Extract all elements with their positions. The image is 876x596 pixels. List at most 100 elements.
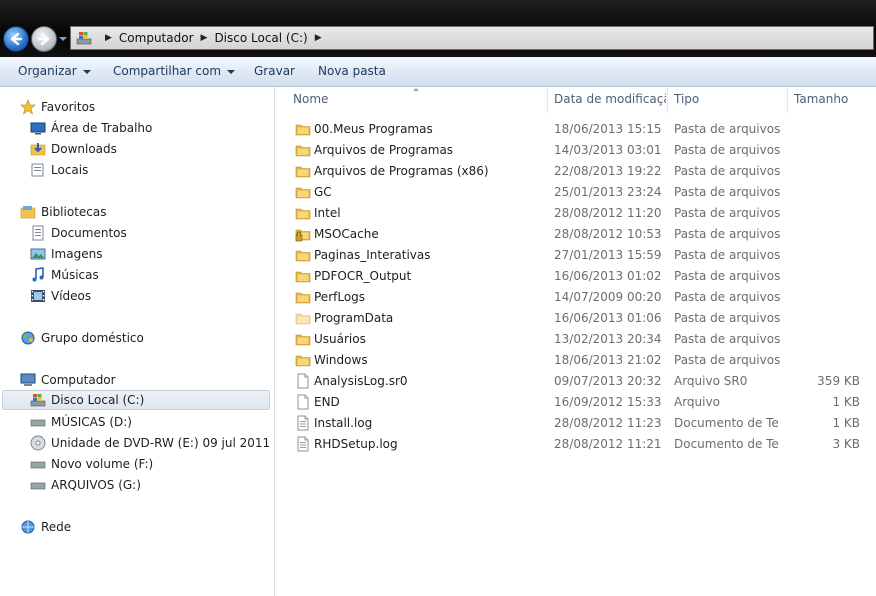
nav-documents[interactable]: Documentos [30,223,127,243]
burn-button[interactable]: Gravar [254,64,295,78]
column-header-type[interactable]: Tipo [674,92,784,106]
file-date: 28/08/2012 11:23 [554,416,662,430]
breadcrumb-separator-icon[interactable]: ▶ [105,33,112,43]
file-row[interactable]: 00.Meus Programas 18/06/2013 15:15 Pasta d… [293,119,873,140]
file-date: 14/07/2009 00:20 [554,290,662,304]
file-row[interactable]: ProgramData 16/06/2013 01:06 Pasta de arqu… [293,308,873,329]
file-type: Documento de Te... [674,437,780,451]
nav-network-label: Rede [41,520,72,534]
file-row[interactable]: MSOCache 28/08/2012 10:53 Pasta de arquivo… [293,224,873,245]
file-row[interactable]: Arquivos de Programas 14/03/2013 03:01 Pas… [293,140,873,161]
column-divider[interactable] [667,87,668,113]
nav-dvd-drive-e[interactable]: Unidade de DVD-RW (E:) 09 jul 2011 [30,433,270,453]
nav-pictures[interactable]: Imagens [30,244,102,264]
file-date: 09/07/2013 20:32 [554,374,662,388]
column-header-name[interactable]: Nome [293,92,543,106]
nav-libraries-label: Bibliotecas [41,205,107,219]
nav-music[interactable]: Músicas [30,265,99,285]
column-header-date[interactable]: Data de modificaçã... [554,92,666,106]
file-type: Pasta de arquivos [674,353,780,367]
file-name: AnalysisLog.sr0 [314,374,408,388]
chevron-down-icon [82,69,91,74]
forward-arrow-icon [37,32,50,46]
nav-drive-d[interactable]: MÚSICAS (D:) [30,412,132,432]
new-folder-button[interactable]: Nova pasta [318,64,386,78]
nav-desktop[interactable]: Área de Trabalho [30,118,152,138]
sort-ascending-icon [413,88,419,91]
file-type: Arquivo SR0 [674,374,748,388]
file-type: Arquivo [674,395,720,409]
nav-music-label: Músicas [51,268,99,282]
nav-local-disk-c[interactable]: Disco Local (C:) [2,390,270,410]
file-name: GC [314,185,332,199]
file-row[interactable]: Paginas_Interativas 27/01/2013 15:59 Pasta… [293,245,873,266]
back-button[interactable] [3,26,29,52]
file-name: PDFOCR_Output [314,269,412,283]
address-bar[interactable]: ▶ Computador ▶ Disco Local (C:) ▶ [70,26,874,50]
file-row[interactable]: PerfLogs 14/07/2009 00:20 Pasta de arquivo… [293,287,873,308]
documents-icon [32,225,44,241]
file-type: Pasta de arquivos [674,122,780,136]
file-date: 27/01/2013 15:59 [554,248,662,262]
forward-button[interactable] [31,26,57,52]
nav-libraries[interactable]: Bibliotecas [20,202,106,222]
nav-videos-label: Vídeos [51,289,92,303]
nav-downloads[interactable]: Downloads [30,139,117,159]
video-film-icon [31,290,45,302]
chevron-down-icon [227,69,236,74]
column-divider[interactable] [547,87,548,113]
text-file-icon [295,415,311,431]
nav-computer[interactable]: Computador [20,370,116,390]
file-name: ProgramData [314,311,394,325]
column-header-size[interactable]: Tamanho [794,92,874,106]
nav-videos[interactable]: Vídeos [30,286,91,306]
nav-documents-label: Documentos [51,226,127,240]
file-row[interactable]: Windows 18/06/2013 21:02 Pasta de arquivos [293,350,873,371]
file-name: Install.log [314,416,373,430]
back-arrow-icon [10,32,23,46]
file-name: Arquivos de Programas (x86) [314,164,489,178]
file-row[interactable]: RHDSetup.log 28/08/2012 11:21 Documento de… [293,434,873,455]
share-with-button[interactable]: Compartilhar com [113,64,236,78]
folder-icon [295,184,311,200]
breadcrumb-separator-icon[interactable]: ▶ [315,33,322,43]
nav-pictures-label: Imagens [51,247,103,261]
file-row[interactable]: Install.log 28/08/2012 11:23 Documento de … [293,413,873,434]
breadcrumb-separator-icon[interactable]: ▶ [201,33,208,43]
file-row[interactable]: Intel 28/08/2012 11:20 Pasta de arquivos [293,203,873,224]
nav-drive-g[interactable]: ARQUIVOS (G:) [30,475,141,495]
organize-label: Organizar [18,64,77,78]
file-type: Pasta de arquivos [674,269,780,283]
dvd-disc-icon [30,435,46,451]
nav-recent-places[interactable]: Locais [30,160,88,180]
nav-recent-places-label: Locais [51,163,89,177]
file-row[interactable]: Arquivos de Programas (x86) 22/08/2013 19… [293,161,873,182]
file-date: 28/08/2012 11:20 [554,206,662,220]
nav-drive-f[interactable]: Novo volume (F:) [30,454,153,474]
file-date: 13/02/2013 20:34 [554,332,662,346]
breadcrumb-computer[interactable]: Computador [119,31,194,45]
folder-icon [295,247,311,263]
breadcrumb-local-disk[interactable]: Disco Local (C:) [214,31,307,45]
file-name: 00.Meus Programas [314,122,433,136]
folder-locked-icon [295,226,311,242]
desktop-icon [30,122,46,135]
organize-button[interactable]: Organizar [18,64,91,78]
file-name: Paginas_Interativas [314,248,431,262]
folder-icon [295,142,311,158]
file-type: Pasta de arquivos [674,248,780,262]
file-row[interactable]: PDFOCR_Output 16/06/2013 01:02 Pasta de ar… [293,266,873,287]
network-icon [21,520,35,534]
column-divider[interactable] [787,87,788,113]
nav-favorites[interactable]: Favoritos [20,97,95,117]
file-row[interactable]: GC 25/01/2013 23:24 Pasta de arquivos [293,182,873,203]
file-row[interactable]: AnalysisLog.sr0 09/07/2013 20:32 Arquivo S… [293,371,873,392]
nav-homegroup[interactable]: Grupo doméstico [20,328,144,348]
file-date: 16/06/2013 01:02 [554,269,662,283]
file-name: Arquivos de Programas [314,143,454,157]
file-row[interactable]: Usuários 13/02/2013 20:34 Pasta de arquivo… [293,329,873,350]
nav-network[interactable]: Rede [20,517,71,537]
nav-downloads-label: Downloads [51,142,117,156]
file-row[interactable]: END 16/09/2012 15:33 Arquivo 1 KB [293,392,873,413]
recent-pages-dropdown-icon[interactable] [58,35,68,43]
